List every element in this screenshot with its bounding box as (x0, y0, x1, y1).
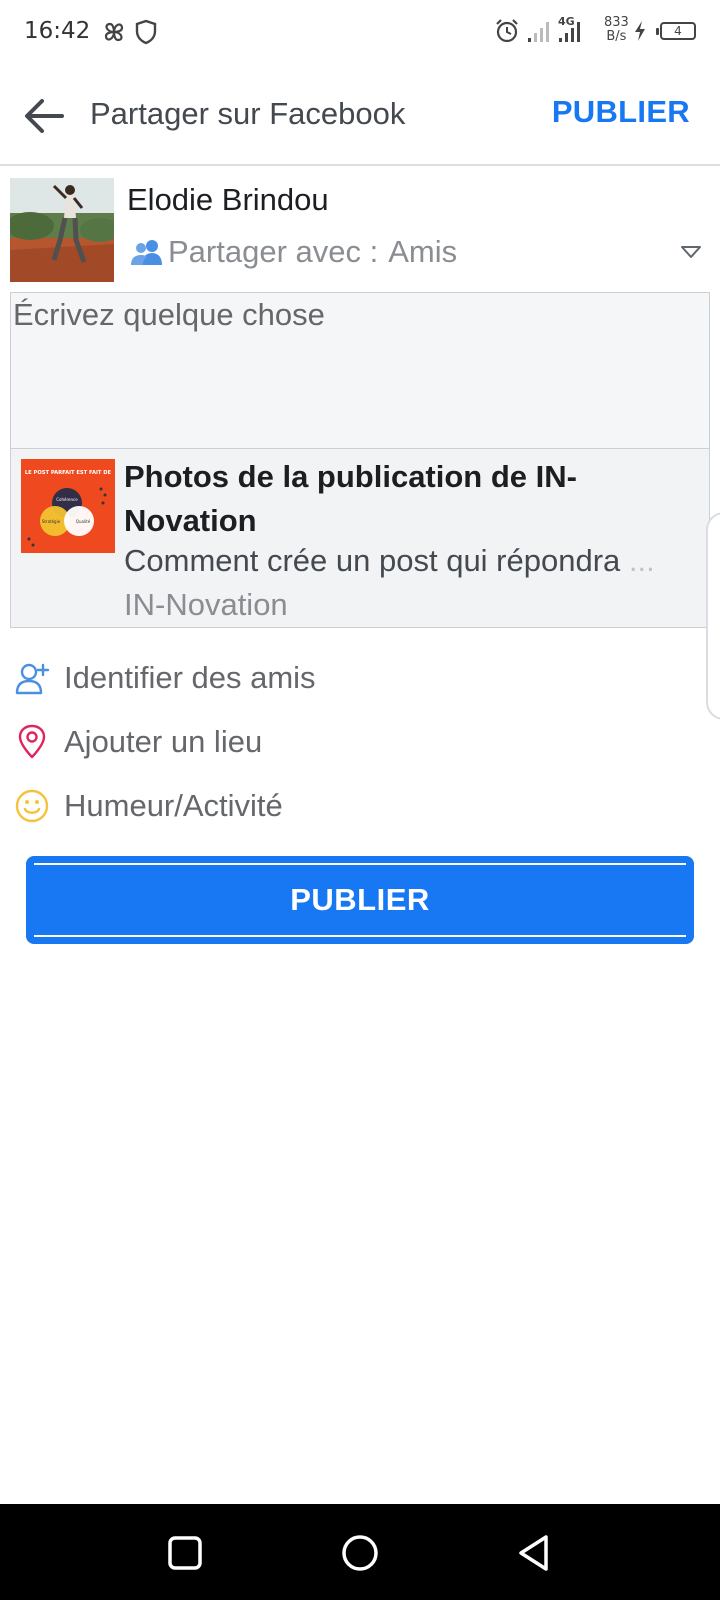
back-arrow-icon[interactable] (20, 92, 68, 140)
tag-friends-option[interactable]: Identifier des amis (14, 652, 316, 704)
thumbnail-heading: LE POST PARFAIT EST FAIT DE (25, 470, 112, 476)
friends-icon (131, 240, 162, 265)
audience-value: Amis (388, 234, 458, 269)
thumbnail-label-3: Qualité (76, 519, 91, 524)
signal-4g-icon: 4G (558, 15, 580, 42)
thumbnail-graphic: LE POST PARFAIT EST FAIT DE Cohérence St… (21, 459, 115, 553)
post-text-input[interactable]: Écrivez quelque chose (10, 292, 710, 448)
location-pin-icon (18, 724, 46, 759)
preview-thumbnail: LE POST PARFAIT EST FAIT DE Cohérence St… (21, 459, 115, 553)
page-title: Partager sur Facebook (90, 96, 406, 131)
side-panel-handle[interactable] (706, 512, 720, 720)
feeling-activity-label: Humeur/Activité (64, 788, 283, 823)
publish-button[interactable]: PUBLIER (26, 856, 694, 944)
speed-unit: B/s (606, 29, 627, 44)
status-bar: 16:42 4G 833 B/s 4 (0, 0, 720, 64)
avatar-photo (10, 178, 114, 282)
post-text-placeholder: Écrivez quelque chose (13, 297, 325, 332)
add-location-option[interactable]: Ajouter un lieu (14, 716, 262, 768)
feeling-activity-option[interactable]: Humeur/Activité (14, 780, 283, 832)
home-circle-icon[interactable] (339, 1532, 381, 1574)
tag-friends-label: Identifier des amis (64, 660, 316, 695)
svg-text:4G: 4G (558, 15, 575, 28)
publish-button-label: PUBLIER (290, 882, 430, 917)
battery-icon: 4 (656, 22, 696, 40)
add-friend-icon (15, 663, 50, 695)
preview-source: IN-Novation (124, 587, 288, 622)
preview-ellipsis: ... (628, 543, 655, 578)
avatar[interactable] (10, 178, 114, 282)
smiley-icon (15, 789, 49, 823)
signal-icon (528, 22, 549, 42)
thumbnail-label-2: Stratégie (42, 519, 61, 524)
system-nav-bar (0, 1504, 720, 1600)
audience-label: Partager avec : (168, 234, 379, 269)
preview-description-text: Comment crée un post qui répondra (124, 543, 629, 578)
alarm-icon (496, 19, 518, 43)
thumbnail-label-1: Cohérence (56, 497, 78, 502)
network-speed: 833 B/s (604, 16, 629, 44)
speed-value: 833 (604, 15, 629, 30)
publish-header-button[interactable]: PUBLIER (552, 94, 690, 130)
charging-icon (635, 21, 645, 41)
preview-title: Photos de la publication de IN-Novation (124, 459, 577, 538)
add-location-label: Ajouter un lieu (64, 724, 263, 759)
link-preview-card[interactable]: LE POST PARFAIT EST FAIT DE Cohérence St… (10, 448, 710, 628)
app-bar: Partager sur Facebook PUBLIER (0, 64, 720, 166)
shield-icon (135, 19, 157, 45)
audience-selector[interactable]: Partager avec : Amis (130, 232, 457, 272)
recents-square-icon[interactable] (164, 1532, 206, 1574)
preview-description: Comment crée un post qui répondra ... (124, 543, 704, 579)
pinwheel-icon (104, 22, 124, 42)
user-name: Elodie Brindou (127, 182, 329, 217)
status-time: 16:42 (24, 18, 91, 44)
back-triangle-icon[interactable] (514, 1532, 556, 1574)
chevron-down-icon[interactable] (680, 244, 702, 260)
